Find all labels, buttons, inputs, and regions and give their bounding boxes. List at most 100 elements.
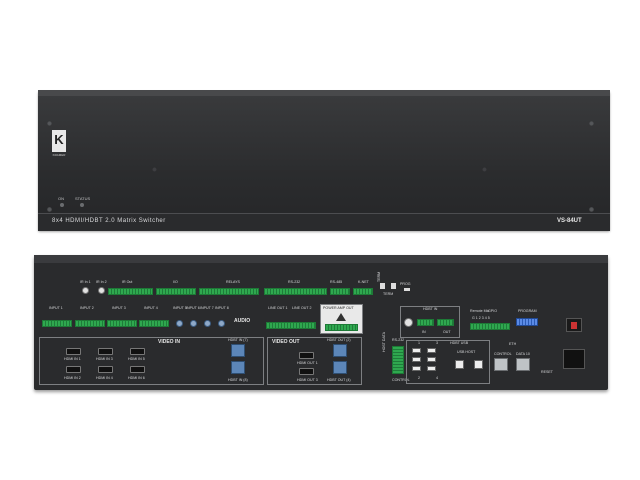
- usb-host-port-2: [474, 360, 483, 369]
- rs232-terminal: [264, 288, 327, 295]
- on-led: [60, 203, 64, 207]
- screw: [47, 121, 52, 126]
- brand-logo: K: [52, 130, 66, 152]
- rear-top-edge: [34, 255, 608, 263]
- usb-port-2: [412, 366, 421, 371]
- hdmi-in-2-port: [66, 366, 81, 373]
- io-label: I/O: [173, 280, 178, 284]
- hdmi-in-1-label: HDMI IN 1: [64, 357, 81, 361]
- rs485-terminal: [330, 288, 350, 295]
- screw: [482, 167, 487, 172]
- power-inlet: [563, 349, 585, 369]
- power-switch[interactable]: [566, 318, 582, 332]
- hdbt-in-7-port: [231, 344, 245, 357]
- ir-out-label: IR Out: [122, 280, 133, 284]
- input-8-jack: [218, 320, 225, 327]
- gpio-label: GPIO: [488, 309, 497, 313]
- usb-port-2a: [412, 357, 421, 362]
- front-top-edge: [38, 90, 610, 96]
- hdmi-in-5-port: [130, 348, 145, 355]
- term-switch[interactable]: [380, 283, 385, 289]
- rs485-label: RS-485: [330, 280, 343, 284]
- status-led-label: STATUS: [75, 196, 91, 201]
- product-title: 8x4 HDMI/HDBT 2.0 Matrix Switcher: [52, 218, 166, 224]
- screw: [589, 121, 594, 126]
- remote-mic-label: Remote Mic: [470, 309, 490, 313]
- host-data-label: HOST DATA: [382, 332, 386, 352]
- ir-in-1-jack: [82, 287, 89, 294]
- relays-terminal: [199, 288, 259, 295]
- ir-in-2-label: IR In 2: [96, 280, 107, 284]
- hdmi-in-3-label: HDMI IN 3: [96, 357, 113, 361]
- input-4-label: INPUT 4: [144, 306, 158, 310]
- hdbt-in-audio-label: HDBT IN: [423, 307, 438, 311]
- input-5-label: INPUT 5: [173, 306, 187, 310]
- eth-label: ETH: [509, 342, 517, 346]
- status-led: [80, 203, 84, 207]
- screw: [47, 207, 52, 212]
- usb-1-label: 1: [418, 341, 420, 345]
- screw: [152, 167, 157, 172]
- line-out-1-label: LINE OUT 1: [268, 306, 288, 310]
- ir-in-2-jack: [98, 287, 105, 294]
- reset-switch[interactable]: [391, 283, 396, 289]
- hdbt-in-audio-in: [417, 319, 434, 326]
- usb-port-3: [427, 348, 436, 353]
- ir-in-1-label: IR In 1: [80, 280, 91, 284]
- usb-port-4a: [427, 357, 436, 362]
- gpio-nums: G 1 2 3 4 5: [472, 316, 490, 320]
- brand-name: KRAMER: [52, 153, 66, 157]
- hdbt-out-4-port: [333, 361, 347, 374]
- hdmi-in-1-port: [66, 348, 81, 355]
- prog-label: PROG: [400, 282, 411, 286]
- ir-out-terminal: [108, 288, 153, 295]
- input-1-label: INPUT 1: [49, 306, 63, 310]
- hdbt-in-audio-out: [437, 319, 454, 326]
- audio-label: AUDIO: [234, 318, 251, 324]
- prog-button[interactable]: [404, 288, 410, 291]
- input-6-jack: [190, 320, 197, 327]
- term-label: TERM: [377, 271, 381, 282]
- relays-label: RELAYS: [226, 280, 240, 284]
- term-sub-label: TERM: [383, 292, 394, 296]
- input-7-jack: [204, 320, 211, 327]
- front-panel: [38, 90, 610, 230]
- usb-port-1: [412, 348, 421, 353]
- line-out-terminal: [266, 322, 316, 329]
- input-3-label: INPUT 3: [112, 306, 126, 310]
- screw: [589, 207, 594, 212]
- hdbt-in-jack: [404, 318, 413, 327]
- video-in-label: VIDEO IN: [158, 339, 180, 345]
- control-eth-port: [494, 358, 508, 371]
- hdmi-in-3-port: [98, 348, 113, 355]
- control-eth-label: CONTROL: [494, 352, 512, 356]
- gpio-terminal: [470, 323, 510, 330]
- input-7-label: INPUT 7: [200, 306, 214, 310]
- usb-2-label: 2: [418, 376, 420, 380]
- data-eth-label: DATA 10: [516, 352, 530, 356]
- usb-4-label: 4: [436, 376, 438, 380]
- hdmi-in-6-label: HDMI IN 6: [128, 376, 145, 380]
- audio-in-label: IN: [422, 330, 426, 334]
- rs232-control-label: RS-232: [392, 338, 405, 342]
- model-number: VS-84UT: [557, 218, 582, 224]
- io-terminal: [156, 288, 196, 295]
- input-6-label: INPUT 6: [186, 306, 200, 310]
- usb-host-label: USB HOST: [457, 350, 476, 354]
- hdmi-in-5-label: HDMI IN 5: [128, 357, 145, 361]
- usb-3-label: 3: [436, 341, 438, 345]
- hdbt-out-4-label: HDBT OUT (4): [327, 378, 351, 382]
- input-1-terminal: [42, 320, 72, 327]
- hdmi-in-6-port: [130, 366, 145, 373]
- power-amp-out-terminal: [325, 324, 358, 331]
- program-dip-switch[interactable]: [516, 318, 538, 326]
- hdmi-out-1-port: [299, 352, 314, 359]
- program-label: PROGRAM: [518, 309, 537, 313]
- power-amp-out-label: POWER AMP OUT: [323, 306, 354, 310]
- hdmi-in-2-label: HDMI IN 2: [64, 376, 81, 380]
- rs232-control-terminal: [392, 346, 404, 374]
- hdbt-in-8-label: HDBT IN (8): [228, 378, 248, 382]
- on-led-label: ON: [58, 196, 64, 201]
- knet-terminal: [353, 288, 373, 295]
- hdmi-out-3-port: [299, 368, 314, 375]
